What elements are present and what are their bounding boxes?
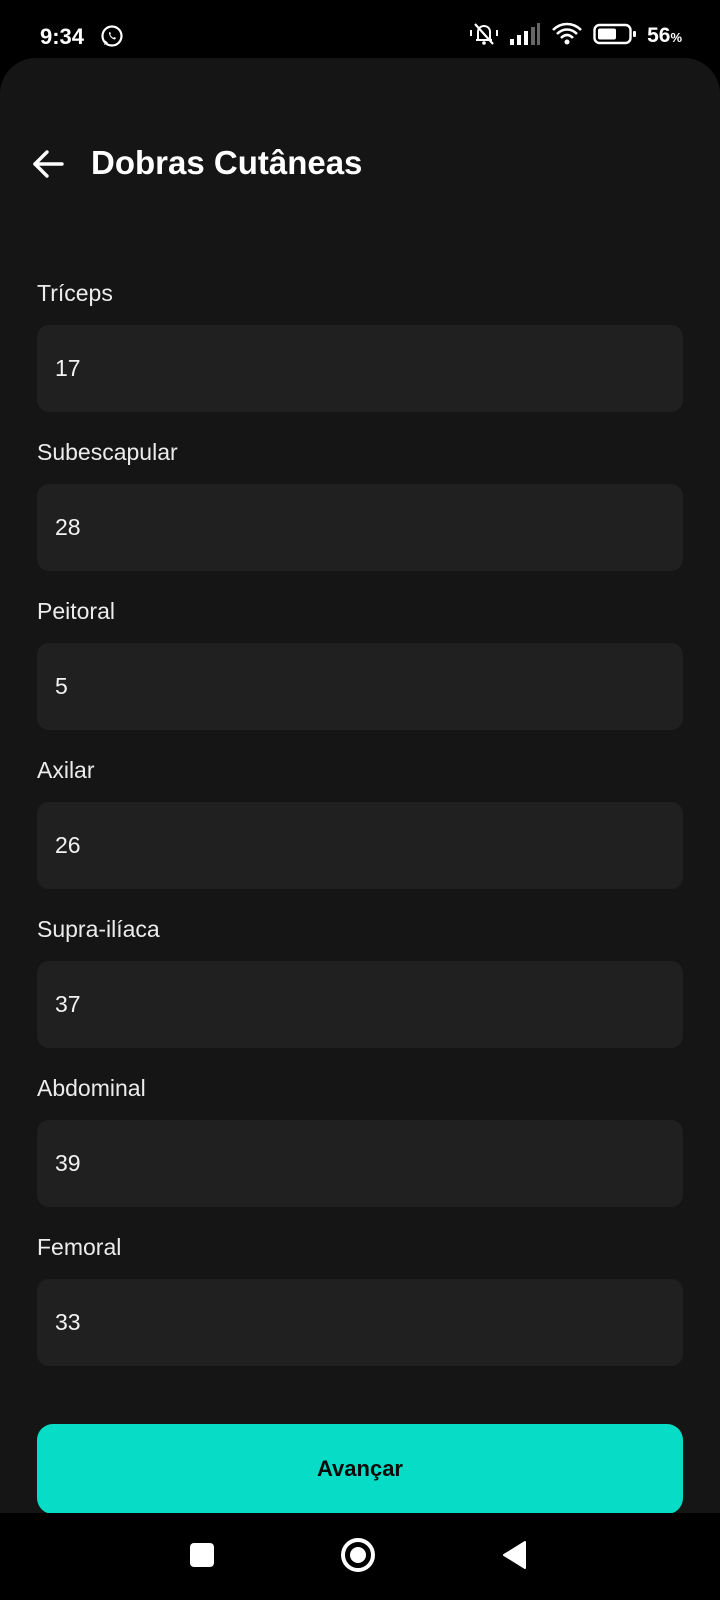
peitoral-input[interactable] bbox=[37, 643, 683, 730]
field-axilar: Axilar bbox=[37, 757, 683, 916]
field-label: Subescapular bbox=[37, 439, 178, 465]
status-time: 9:34 bbox=[40, 24, 85, 49]
field-label: Abdominal bbox=[37, 1075, 146, 1101]
field-label: Axilar bbox=[37, 757, 95, 783]
back-button[interactable] bbox=[28, 146, 68, 186]
field-femoral: Femoral bbox=[37, 1234, 683, 1393]
axilar-input[interactable] bbox=[37, 802, 683, 889]
triceps-input[interactable] bbox=[37, 325, 683, 412]
field-triceps: Tríceps bbox=[37, 280, 683, 439]
field-peitoral: Peitoral bbox=[37, 598, 683, 757]
page-title: Dobras Cutâneas bbox=[91, 144, 363, 181]
status-icons: 56% bbox=[469, 22, 682, 50]
field-label: Peitoral bbox=[37, 598, 115, 624]
app-header: Dobras Cutâneas bbox=[0, 130, 720, 200]
arrow-left-icon bbox=[31, 149, 65, 184]
system-nav-bar bbox=[0, 1513, 720, 1600]
battery-value: 56 bbox=[647, 24, 671, 47]
battery-percentage: 56% bbox=[647, 24, 682, 48]
advance-button[interactable]: Avançar bbox=[37, 1424, 683, 1514]
battery-icon bbox=[593, 22, 637, 51]
recents-square-icon bbox=[188, 1541, 216, 1574]
whatsapp-icon bbox=[100, 24, 124, 48]
system-back-button[interactable] bbox=[492, 1535, 536, 1579]
recents-button[interactable] bbox=[180, 1535, 224, 1579]
back-triangle-icon bbox=[500, 1539, 528, 1576]
battery-unit: % bbox=[670, 30, 682, 45]
home-circle-icon bbox=[339, 1536, 377, 1579]
status-bar: 9:34 56% bbox=[0, 0, 720, 58]
subescapular-input[interactable] bbox=[37, 484, 683, 571]
femoral-input[interactable] bbox=[37, 1279, 683, 1366]
field-abdominal: Abdominal bbox=[37, 1075, 683, 1234]
field-label: Femoral bbox=[37, 1234, 122, 1260]
field-subescapular: Subescapular bbox=[37, 439, 683, 598]
field-label: Supra-ilíaca bbox=[37, 916, 160, 942]
skinfold-form: Tríceps Subescapular Peitoral Axilar Sup… bbox=[37, 280, 683, 1393]
signal-icon bbox=[509, 22, 541, 51]
field-supra-iliaca: Supra-ilíaca bbox=[37, 916, 683, 1075]
home-button[interactable] bbox=[336, 1535, 380, 1579]
wifi-icon bbox=[551, 22, 583, 51]
mute-icon bbox=[469, 21, 499, 52]
abdominal-input[interactable] bbox=[37, 1120, 683, 1207]
field-label: Tríceps bbox=[37, 280, 113, 306]
supra-iliaca-input[interactable] bbox=[37, 961, 683, 1048]
